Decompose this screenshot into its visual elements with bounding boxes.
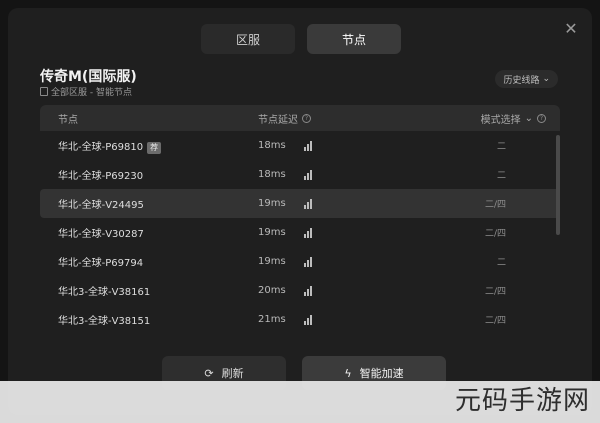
signal-bars-icon (303, 314, 312, 325)
node-name-text: 华北-全球-P69810 (58, 141, 144, 153)
signal-bars-icon (303, 256, 312, 267)
header-mode[interactable]: 模式选择 ⌄ ? (478, 111, 560, 126)
mode-value: 二/四 (484, 316, 506, 326)
mode-value: 二 (496, 258, 506, 268)
latency-cell: 19ms (258, 227, 478, 238)
latency-value: 20ms (258, 285, 286, 296)
mode-value: 二/四 (484, 287, 506, 297)
table-row[interactable]: 华北-全球-P69794 19ms 二 (40, 247, 560, 276)
game-title: 传奇M(国际服) (40, 69, 137, 85)
tab-node[interactable]: 节点 (307, 24, 401, 54)
chevron-down-icon: ⌄ (542, 74, 550, 84)
boost-label: 智能加速 (359, 367, 404, 380)
header-mode-label: 模式选择 (480, 114, 521, 126)
table-row[interactable]: 华北3-全球-V38161 20ms 二/四 (40, 276, 560, 305)
latency-value: 21ms (258, 314, 286, 325)
history-routes-button[interactable]: 历史线路 ⌄ (495, 70, 558, 88)
node-name: 华北3-全球-V38161 (58, 287, 151, 298)
history-label: 历史线路 (503, 75, 540, 86)
table-row-selected[interactable]: 华北-全球-V24495 19ms 二/四 (40, 189, 560, 218)
node-name: 华北-全球-V24495 (58, 200, 144, 211)
node-name: 华北-全球-P69810 荐 (40, 138, 258, 154)
mode-value: 二/四 (484, 229, 506, 239)
info-icon[interactable]: ? (537, 113, 546, 123)
breadcrumb: 全部区服 - 智能节点 (40, 85, 132, 98)
mode-value: 二/四 (484, 200, 506, 210)
mode-value: 二 (496, 142, 506, 152)
refresh-label: 刷新 (221, 367, 244, 380)
latency-value: 19ms (258, 198, 286, 209)
node-name: 华北3-全球-V38151 (58, 316, 151, 327)
lightning-icon: ϟ (344, 366, 352, 380)
node-name: 华北-全球-V30287 (58, 229, 144, 240)
latency-value: 18ms (258, 169, 286, 180)
signal-bars-icon (303, 227, 312, 238)
latency-cell: 18ms (258, 169, 478, 180)
server-icon (40, 87, 48, 96)
watermark-bar: 元码手游网 (0, 381, 600, 423)
mode-value: 二 (496, 171, 506, 181)
latency-value: 19ms (258, 227, 286, 238)
latency-value: 18ms (258, 140, 286, 151)
header-latency: 节点延迟 ? (258, 111, 478, 126)
node-name: 华北-全球-P69794 (58, 258, 144, 269)
tab-bar: 区服 节点 (201, 24, 401, 54)
chevron-down-icon: ⌄ (524, 112, 533, 124)
latency-cell: 19ms (258, 198, 478, 209)
watermark-text: 元码手游网 (454, 386, 590, 416)
latency-cell: 19ms (258, 256, 478, 267)
signal-bars-icon (303, 169, 312, 180)
node-name: 华北-全球-P69230 (58, 171, 144, 182)
table-header: 节点 节点延迟 ? 模式选择 ⌄ ? (40, 105, 560, 131)
table-row[interactable]: 华北-全球-P69810 荐 18ms 二 (40, 131, 560, 160)
latency-cell: 20ms (258, 285, 478, 296)
table-scrollbar[interactable] (556, 135, 560, 235)
table-row[interactable]: 华北3-全球-V38151 21ms 二/四 (40, 305, 560, 334)
refresh-icon: ⟳ (204, 366, 214, 380)
recommend-badge: 荐 (147, 141, 162, 154)
table-row[interactable]: 华北-全球-P69230 18ms 二 (40, 160, 560, 189)
info-icon[interactable]: ? (302, 113, 311, 123)
latency-value: 19ms (258, 256, 286, 267)
breadcrumb-text: 全部区服 - 智能节点 (51, 88, 132, 98)
header-latency-label: 节点延迟 (258, 114, 298, 126)
header-node: 节点 (58, 114, 78, 126)
signal-bars-icon (303, 140, 312, 151)
table-row[interactable]: 华北-全球-V30287 19ms 二/四 (40, 218, 560, 247)
signal-bars-icon (303, 198, 312, 209)
tab-server[interactable]: 区服 (201, 24, 295, 54)
close-icon[interactable]: ✕ (564, 21, 578, 37)
node-table: 节点 节点延迟 ? 模式选择 ⌄ ? 华北-全球-P69810 荐 18ms 二 … (40, 105, 560, 355)
node-selection-dialog: 区服 节点 ✕ 传奇M(国际服) 全部区服 - 智能节点 历史线路 ⌄ 节点 节… (8, 8, 592, 415)
latency-cell: 18ms (258, 140, 478, 151)
latency-cell: 21ms (258, 314, 478, 325)
signal-bars-icon (303, 285, 312, 296)
